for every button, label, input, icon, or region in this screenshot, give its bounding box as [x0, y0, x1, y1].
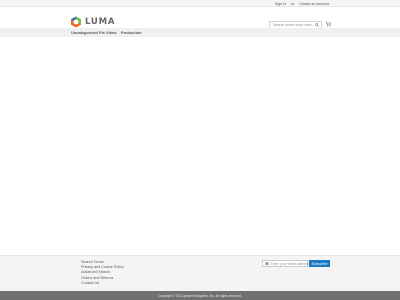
main-navigation: Uncategorized Pie Video Production [0, 28, 400, 37]
nav-item-pie-video[interactable]: Pie Video [99, 30, 116, 35]
newsletter-email-input[interactable]: Enter your email address [262, 260, 309, 267]
newsletter-placeholder: Enter your email address [271, 262, 309, 267]
cart-icon[interactable] [325, 21, 331, 27]
logo[interactable]: LUMA [70, 16, 115, 28]
footer-links: Search Terms Privacy and Cookie Policy A… [81, 260, 124, 286]
link-separator: or [291, 1, 295, 6]
envelope-icon [265, 262, 269, 266]
create-account-link[interactable]: Create an Account [299, 2, 329, 6]
main-content [0, 37, 400, 255]
subscribe-button[interactable]: Subscribe [309, 260, 330, 267]
sign-in-link[interactable]: Sign In [275, 2, 286, 6]
footer: Search Terms Privacy and Cookie Policy A… [0, 255, 400, 291]
copyright-text: Copyright © 2013-present Magento, Inc. A… [158, 293, 242, 298]
logo-text: LUMA [85, 17, 116, 27]
search-icon[interactable] [315, 22, 319, 27]
footer-link-contact[interactable]: Contact Us [81, 281, 124, 286]
header: LUMA Search entire store here... [0, 7, 400, 29]
account-links: Sign In or Create an Account [275, 0, 329, 7]
luma-logo-icon [71, 16, 81, 28]
top-bar: Sign In or Create an Account [0, 0, 400, 7]
nav-item-uncategorized[interactable]: Uncategorized [71, 30, 98, 35]
search-placeholder: Search entire store here... [273, 23, 315, 28]
nav-item-production[interactable]: Production [121, 30, 142, 35]
copyright-bar: Copyright © 2013-present Magento, Inc. A… [0, 291, 400, 300]
